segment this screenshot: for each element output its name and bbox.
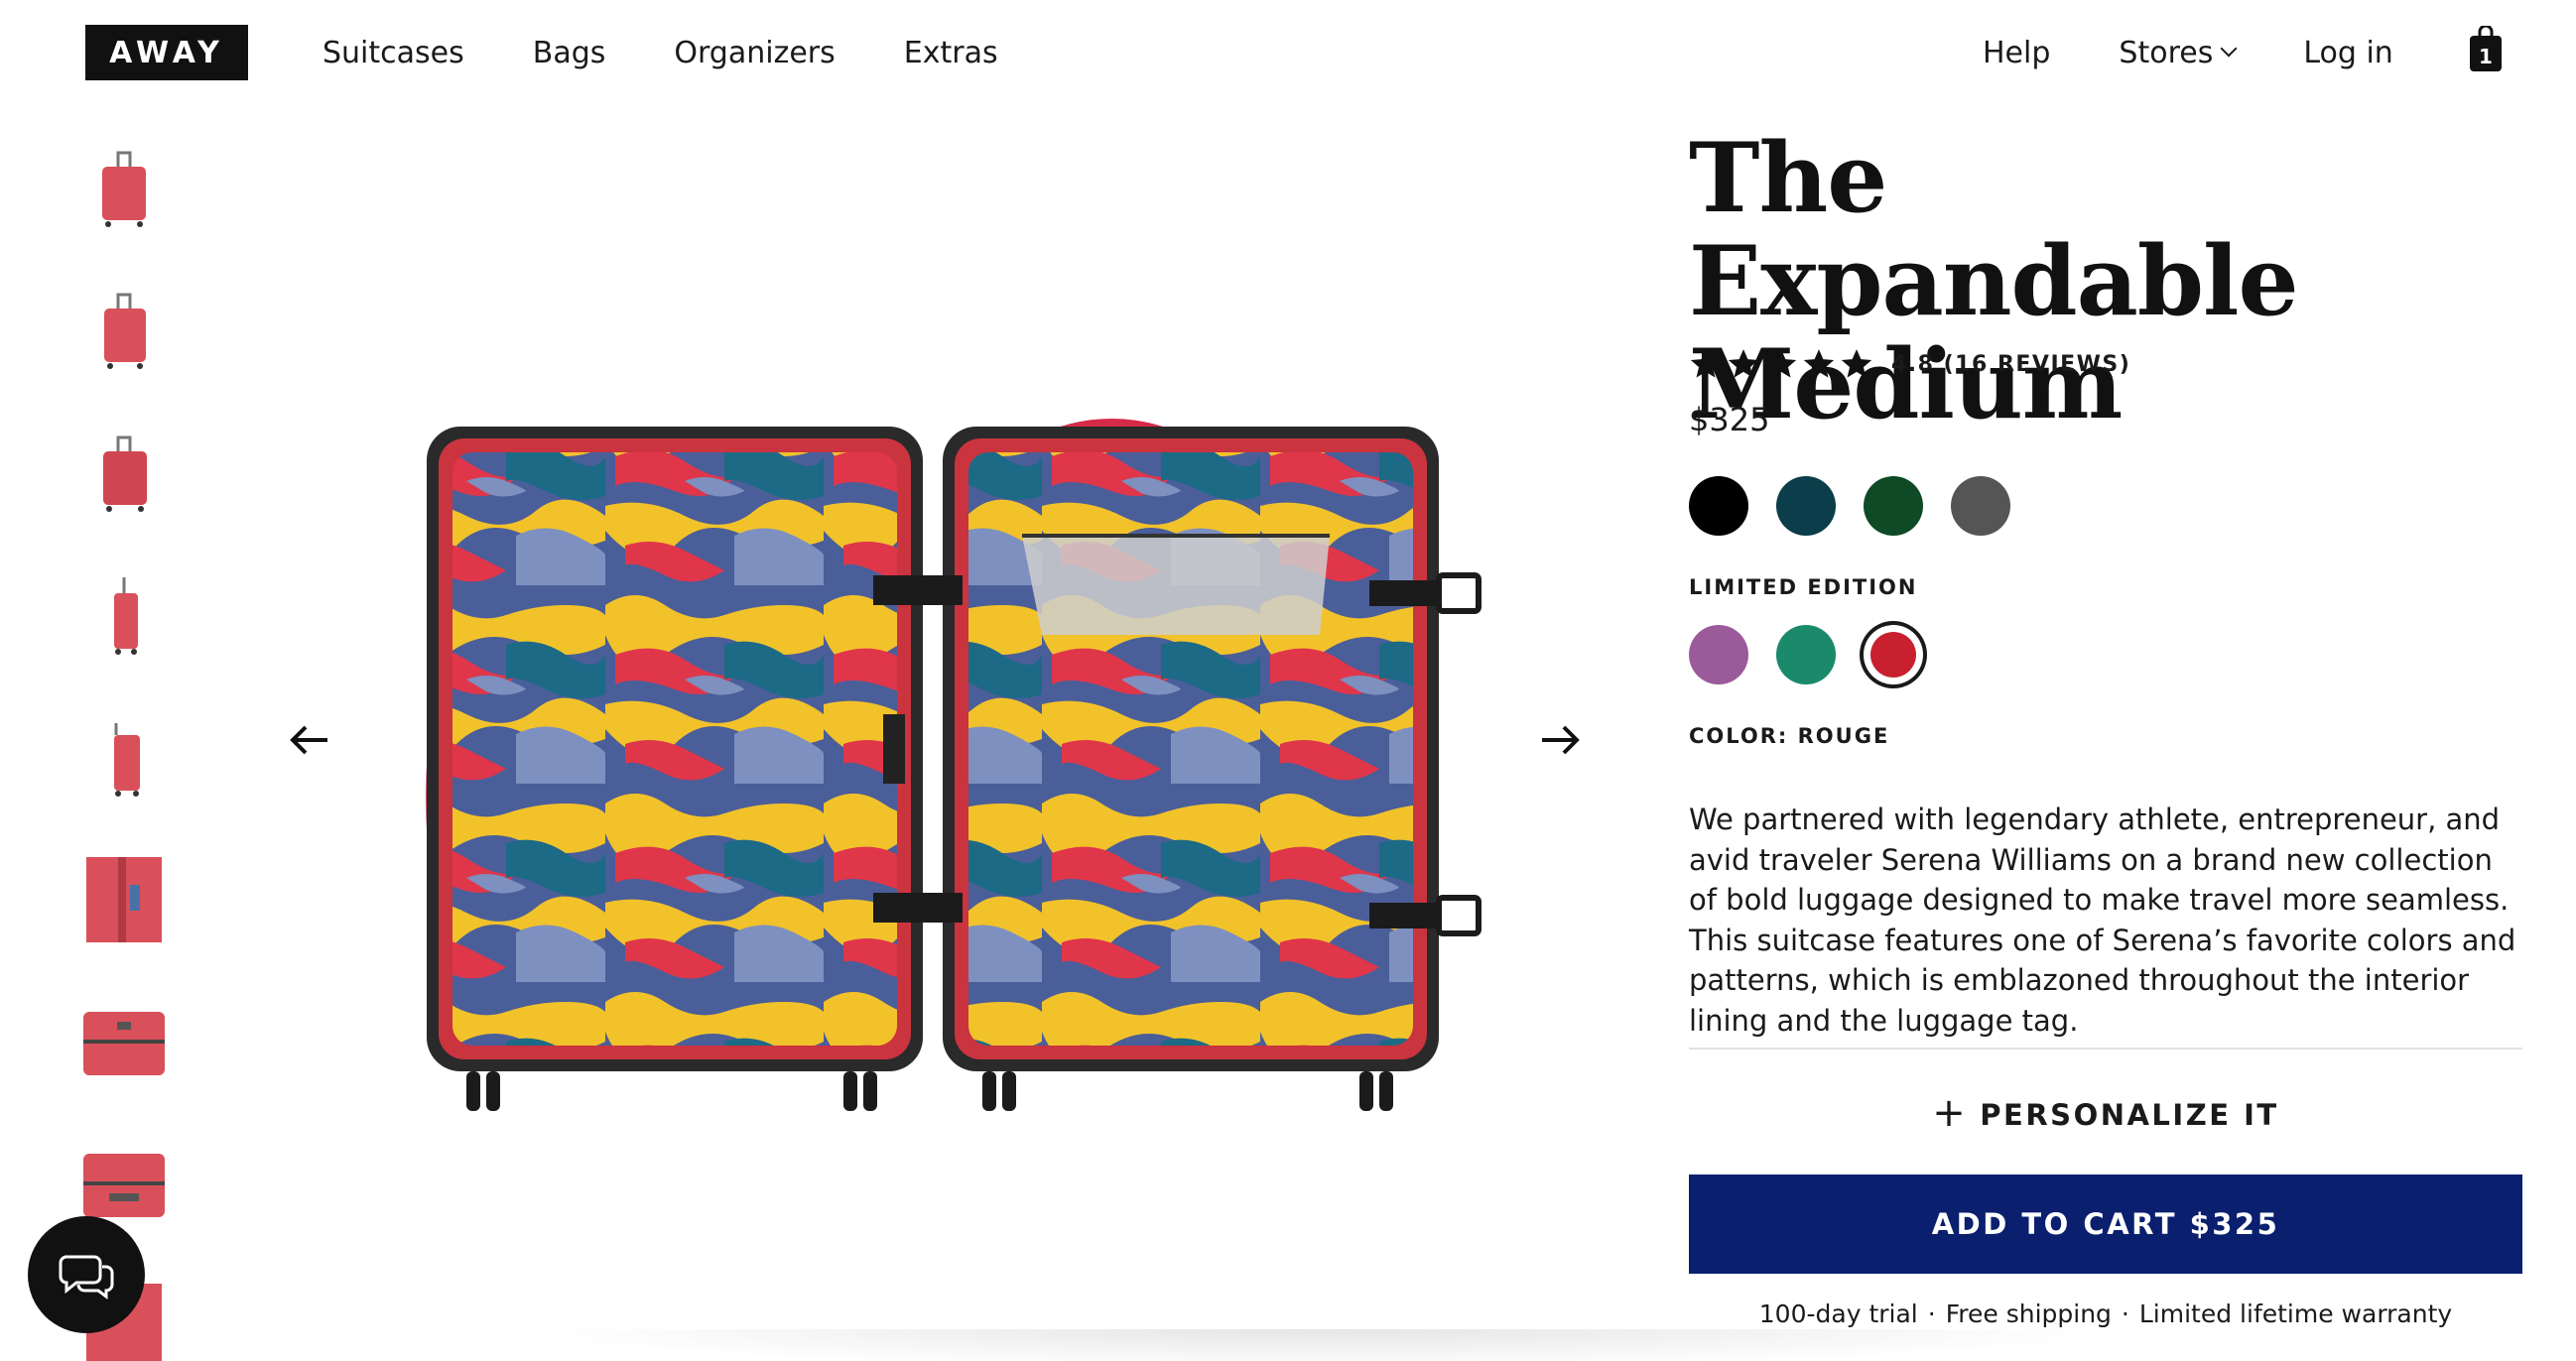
suitcase-thumb-icon <box>104 293 146 369</box>
swatch-gray[interactable] <box>1951 476 2010 536</box>
nav-suitcases[interactable]: Suitcases <box>322 30 464 75</box>
suitcase-thumb-icon <box>114 723 140 797</box>
thumbnail-top[interactable] <box>69 992 179 1091</box>
limited-edition-label: LIMITED EDITION <box>1689 575 1918 599</box>
utility-nav: Help Stores Log in <box>1983 30 2462 75</box>
product-main-image <box>387 387 1508 1121</box>
chat-bubbles-icon <box>59 1255 114 1299</box>
personalize-button[interactable]: + PERSONALIZE IT <box>1689 1085 2522 1145</box>
product-price: $325 <box>1689 401 1770 438</box>
swatch-jade[interactable] <box>1776 625 1836 684</box>
perk-separator: · <box>1927 1299 1936 1328</box>
thumbnail-side[interactable] <box>69 565 179 665</box>
product-perks: 100-day trial · Free shipping · Limited life… <box>1689 1299 2522 1328</box>
perk-trial: 100-day trial <box>1758 1299 1918 1328</box>
gallery-next-button[interactable] <box>1530 710 1590 770</box>
thumbnail-side-alt[interactable] <box>69 707 179 806</box>
nav-login[interactable]: Log in <box>2303 30 2392 75</box>
swatch-green[interactable] <box>1864 476 1923 536</box>
star-icon <box>1841 349 1872 378</box>
cart-count: 1 <box>2479 45 2493 68</box>
nav-bags[interactable]: Bags <box>533 30 606 75</box>
rating-text: 4.8 (16 REVIEWS) <box>1891 351 2131 377</box>
chat-button[interactable] <box>28 1216 145 1333</box>
star-icon <box>1690 349 1722 378</box>
nav-help[interactable]: Help <box>1983 30 2050 75</box>
cart-button[interactable]: 1 <box>2469 24 2503 73</box>
thumbnail-back[interactable] <box>69 424 179 523</box>
selected-color-label: COLOR: ROUGE <box>1689 724 1890 748</box>
thumbnail-strip <box>69 139 179 1361</box>
arrow-left-icon <box>290 725 327 755</box>
plus-icon: + <box>1932 1090 1969 1136</box>
bag-icon: 1 <box>2470 24 2502 71</box>
open-suitcase-illustration <box>426 419 1481 1111</box>
suitcase-top-icon <box>83 1154 165 1217</box>
suitcase-top-icon <box>83 1012 165 1075</box>
perk-shipping: Free shipping <box>1945 1299 2112 1328</box>
star-rating <box>1689 347 1873 381</box>
swatch-teal[interactable] <box>1776 476 1836 536</box>
chevron-down-icon <box>2220 40 2238 58</box>
nav-extras[interactable]: Extras <box>904 30 998 75</box>
swatch-rouge-selected[interactable] <box>1870 632 1916 678</box>
product-title: The Expandable Medium <box>1689 127 2503 436</box>
away-logo[interactable]: AWAY <box>85 25 248 80</box>
star-icon <box>1803 349 1835 378</box>
thumbnail-detail[interactable] <box>69 850 179 949</box>
suitcase-thumb-icon <box>114 577 138 655</box>
personalize-label: PERSONALIZE IT <box>1980 1098 2279 1132</box>
product-title-line1: The Expandable <box>1689 122 2299 337</box>
nav-stores[interactable]: Stores <box>2119 30 2238 75</box>
thumbnail-front[interactable] <box>69 139 179 238</box>
section-divider <box>1689 1048 2522 1050</box>
star-icon <box>1728 349 1759 378</box>
swatch-black[interactable] <box>1689 476 1748 536</box>
perk-separator: · <box>2121 1299 2129 1328</box>
add-to-cart-button[interactable]: ADD TO CART $325 <box>1689 1175 2522 1274</box>
nav-organizers[interactable]: Organizers <box>674 30 835 75</box>
star-icon <box>1765 349 1797 378</box>
content-shadow <box>516 1329 2124 1361</box>
suitcase-thumb-icon <box>102 151 146 227</box>
thumbnail-angle[interactable] <box>69 281 179 380</box>
rating-summary[interactable]: 4.8 (16 REVIEWS) <box>1689 347 2130 381</box>
main-nav: Suitcases Bags Organizers Extras <box>322 30 1067 75</box>
limited-color-swatches <box>1689 625 1923 684</box>
product-description: We partnered with legendary athlete, ent… <box>1689 803 2516 1038</box>
arrow-right-icon <box>1542 725 1580 755</box>
gallery-prev-button[interactable] <box>280 710 339 770</box>
suitcase-thumb-icon <box>103 435 147 512</box>
suitcase-detail-icon <box>86 857 162 942</box>
color-swatches <box>1689 476 2010 536</box>
perk-warranty: Limited lifetime warranty <box>2138 1299 2453 1328</box>
nav-stores-label: Stores <box>2119 35 2214 70</box>
swatch-purple[interactable] <box>1689 625 1748 684</box>
